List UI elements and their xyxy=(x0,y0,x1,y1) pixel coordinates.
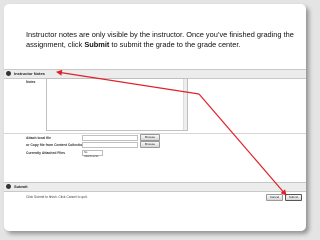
arrow-to-submit-icon xyxy=(198,93,287,196)
arrow-to-notes-icon xyxy=(56,69,200,95)
annotation-arrows xyxy=(56,69,287,196)
